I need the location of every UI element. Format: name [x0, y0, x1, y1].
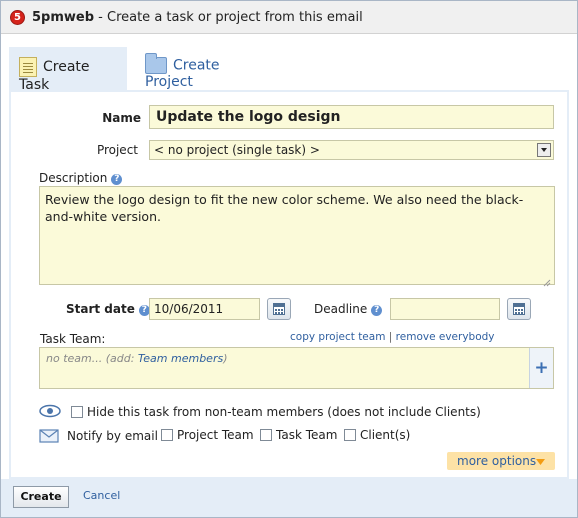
task-team-label: Task Team: — [40, 332, 106, 346]
deadline-label: Deadline — [314, 302, 368, 316]
title-suffix: - Create a task or project from this ema… — [94, 10, 363, 25]
notify-project-team-checkbox[interactable] — [161, 429, 173, 441]
name-label: Name — [102, 111, 141, 125]
notify-project-team-option: Project Team — [161, 428, 254, 442]
hide-task-row: Hide this task from non-team members (do… — [71, 405, 481, 419]
hide-task-label: Hide this task from non-team members (do… — [87, 405, 481, 419]
notify-label: Notify by email — [67, 429, 158, 443]
start-date-calendar-button[interactable] — [267, 298, 291, 320]
resize-handle-icon[interactable] — [543, 274, 551, 287]
copy-project-team-link[interactable]: copy project team — [290, 331, 385, 343]
notify-project-team-label: Project Team — [177, 428, 254, 442]
notify-clients-option: Client(s) — [344, 428, 410, 442]
description-textarea[interactable]: Review the logo design to fit the new co… — [39, 186, 555, 287]
project-label: Project — [96, 143, 138, 157]
start-date-input[interactable]: 10/06/2011 — [149, 298, 260, 320]
folder-icon — [145, 53, 167, 74]
team-empty-close: ) — [223, 352, 228, 365]
document-icon — [19, 57, 37, 77]
task-team-box: no team... (add: Team members) + — [39, 347, 554, 389]
calendar-icon — [273, 303, 285, 315]
link-separator: | — [388, 331, 393, 343]
footer-bar: Create Cancel — [1, 479, 577, 517]
tab-create-task[interactable]: Create Task — [9, 47, 127, 93]
app-logo-icon: 5 — [10, 10, 25, 25]
notify-clients-checkbox[interactable] — [344, 429, 356, 441]
start-date-label-row: Start date? — [66, 302, 150, 316]
form-panel: Name Update the logo design Project < no… — [9, 90, 569, 479]
tab-create-project[interactable]: Create Project — [135, 47, 275, 90]
team-links: copy project team | remove everybody — [290, 331, 495, 343]
title-bar: 5 5pmweb - Create a task or project from… — [1, 1, 577, 34]
deadline-input[interactable] — [390, 298, 500, 320]
project-select-value: < no project (single task) > — [154, 143, 320, 157]
name-input[interactable]: Update the logo design — [149, 105, 554, 129]
calendar-icon — [513, 303, 525, 315]
add-team-member-button[interactable]: + — [529, 348, 553, 388]
help-icon[interactable]: ? — [371, 305, 383, 316]
project-select[interactable]: < no project (single task) > — [149, 140, 554, 160]
notify-task-team-label: Task Team — [276, 428, 338, 442]
remove-everybody-link[interactable]: remove everybody — [396, 331, 495, 343]
team-empty-text: no team... (add: — [46, 352, 138, 365]
eye-icon — [39, 404, 61, 418]
cancel-link[interactable]: Cancel — [83, 489, 120, 502]
envelope-icon — [39, 428, 59, 444]
more-options-button[interactable]: more options — [447, 452, 555, 470]
hide-task-checkbox[interactable] — [71, 406, 83, 418]
description-label: Description — [39, 171, 108, 185]
more-options-label: more options — [457, 454, 537, 468]
app-name: 5pmweb — [32, 10, 95, 25]
start-date-label: Start date — [66, 302, 135, 316]
description-label-row: Description? — [39, 171, 123, 185]
deadline-calendar-button[interactable] — [507, 298, 531, 320]
triangle-down-icon — [536, 459, 545, 465]
help-icon[interactable]: ? — [111, 174, 123, 185]
description-text: Review the logo design to fit the new co… — [45, 192, 524, 224]
tab-bar: Create Task Create Project — [1, 35, 577, 93]
notify-task-team-option: Task Team — [260, 428, 337, 442]
create-button[interactable]: Create — [13, 486, 69, 508]
dialog-window: 5 5pmweb - Create a task or project from… — [0, 0, 578, 518]
window-title: 5pmweb - Create a task or project from t… — [32, 10, 363, 25]
notify-clients-label: Client(s) — [360, 428, 411, 442]
form-body: Name Update the logo design Project < no… — [11, 92, 567, 477]
team-members-link[interactable]: Team members — [138, 352, 223, 365]
chevron-down-icon[interactable] — [537, 143, 551, 157]
notify-task-team-checkbox[interactable] — [260, 429, 272, 441]
deadline-label-row: Deadline? — [314, 302, 383, 316]
